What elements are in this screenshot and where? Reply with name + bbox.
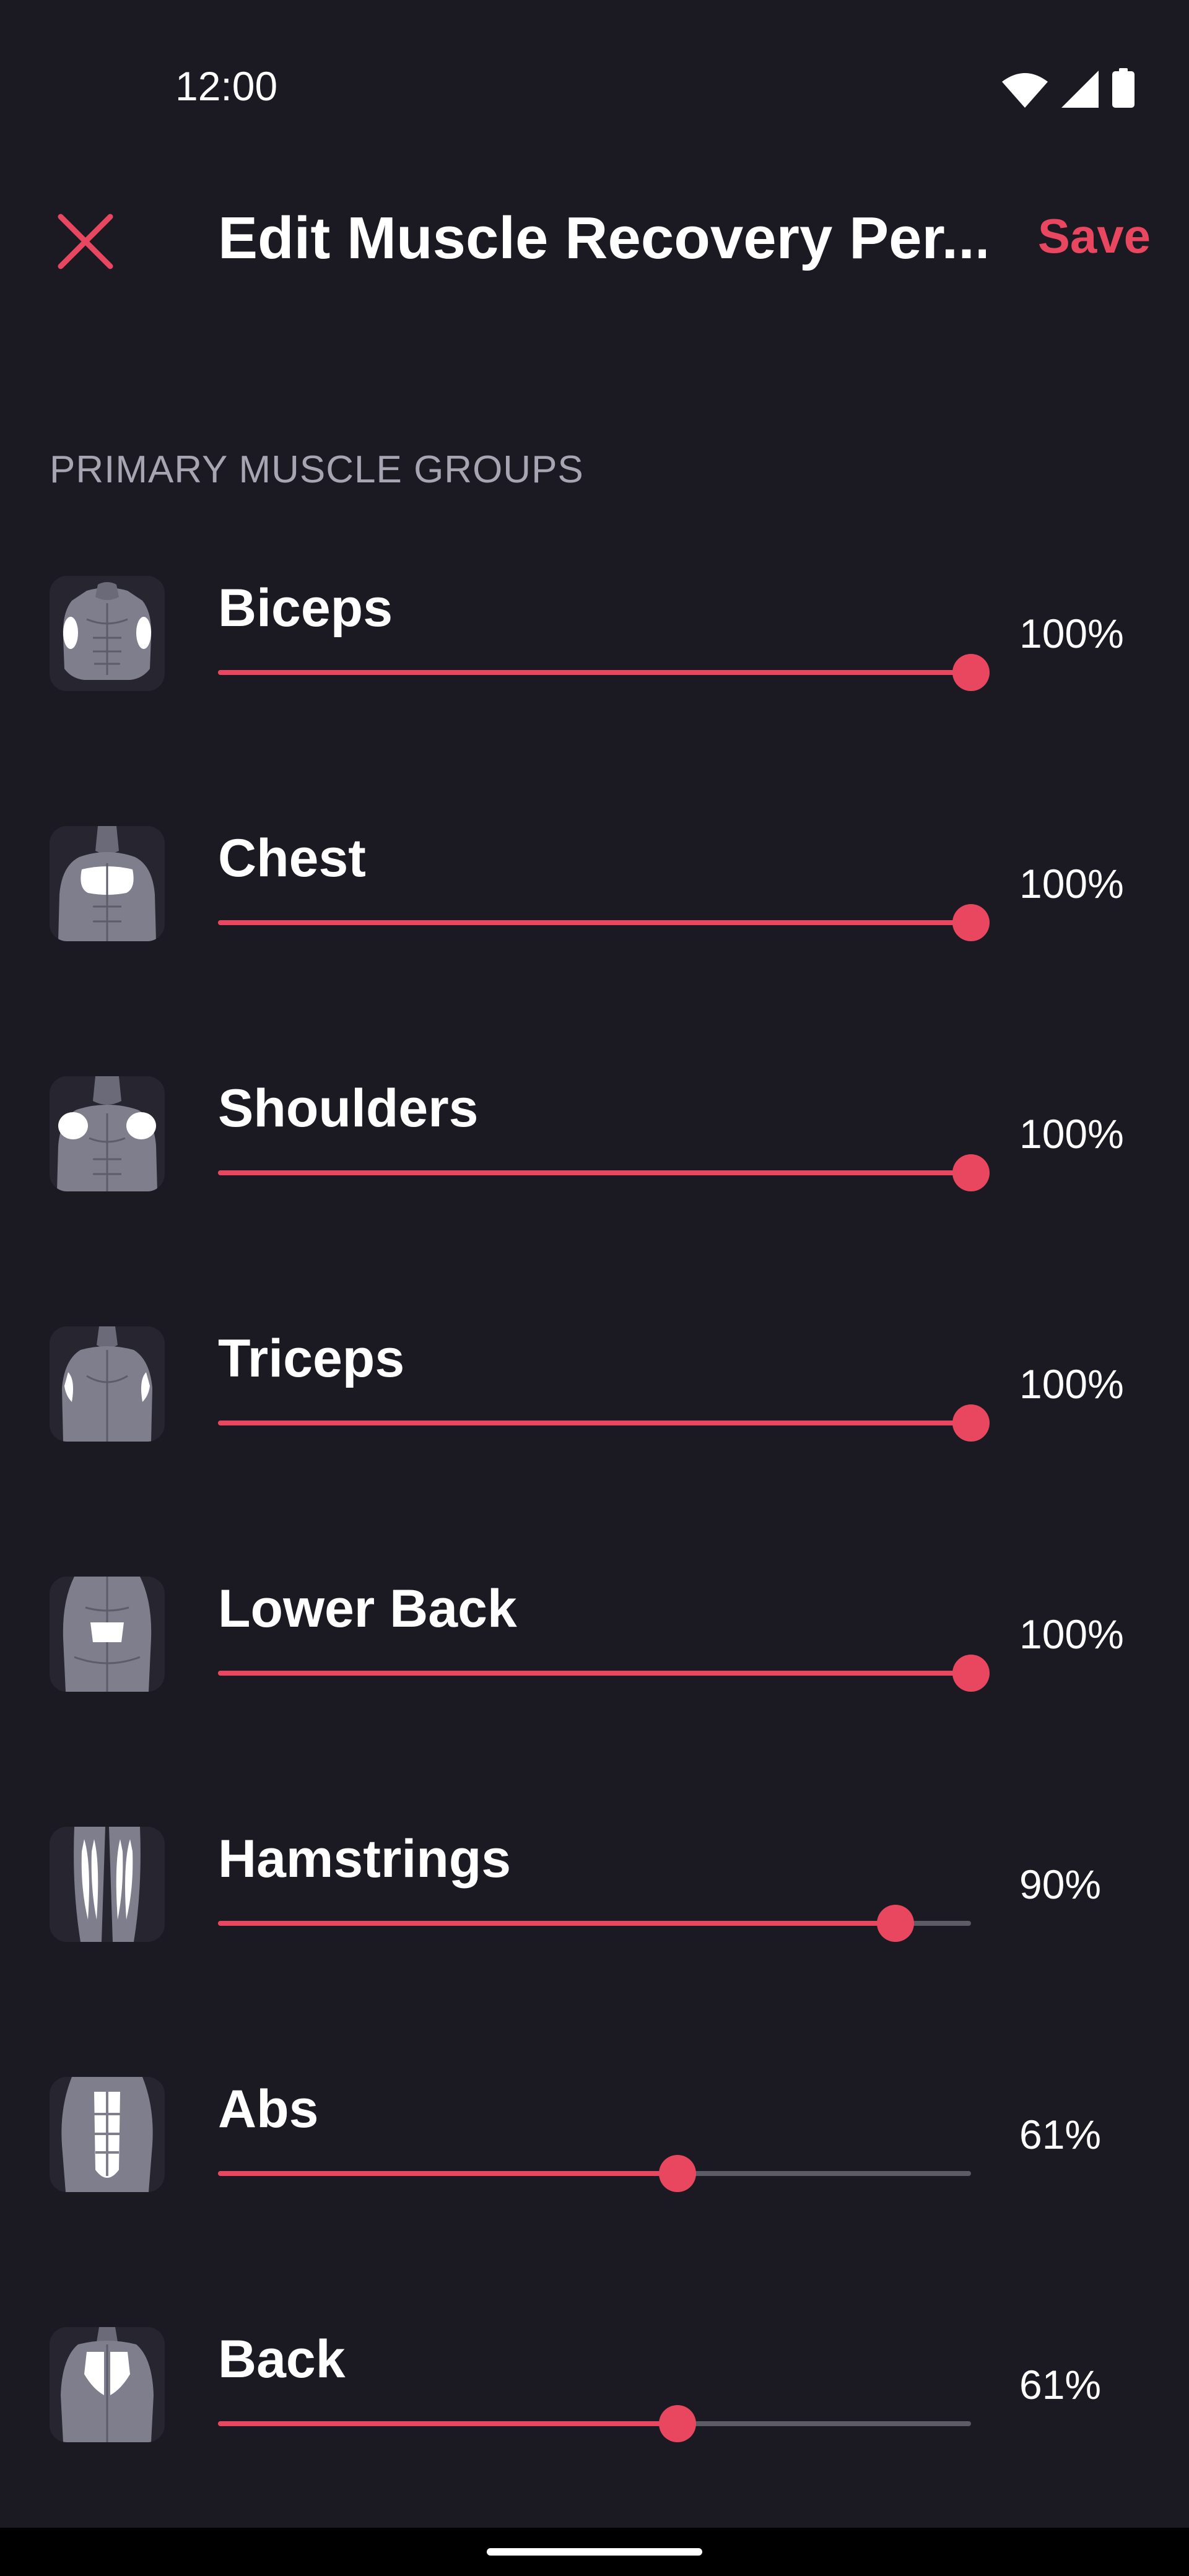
recovery-slider[interactable] [218,1404,990,1442]
status-bar: 12:00 [0,0,1189,186]
hamstrings-muscle-icon [50,1827,165,1942]
slider-thumb[interactable] [952,654,990,691]
slider-active-track [218,1421,971,1425]
recovery-slider[interactable] [218,2155,971,2192]
abs-muscle-icon [50,2077,165,2192]
muscle-name: Biceps [218,578,393,638]
wifi-icon [1002,73,1048,108]
biceps-muscle-icon [50,576,165,691]
lower-back-muscle-icon [50,1577,165,1692]
muscle-name: Lower Back [218,1579,517,1638]
slider-thumb[interactable] [952,904,990,941]
cellular-signal-icon [1061,71,1099,108]
triceps-muscle-icon [50,1326,165,1442]
muscle-row-biceps: Biceps 100% [0,539,1189,789]
recovery-percent: 100% [1019,1361,1124,1407]
slider-active-track [218,670,971,675]
recovery-slider[interactable] [218,2405,971,2442]
recovery-percent: 61% [1019,2112,1102,2157]
status-icons [1002,68,1135,108]
slider-thumb[interactable] [658,2155,696,2192]
muscle-row-abs: Abs 61% [0,2040,1189,2290]
save-button[interactable]: Save [1038,207,1151,266]
muscle-name: Hamstrings [218,1829,512,1889]
muscle-name: Triceps [218,1329,405,1388]
recovery-slider[interactable] [218,1655,990,1692]
back-muscle-icon [50,2327,165,2442]
shoulders-muscle-icon [50,1076,165,1191]
muscle-name: Abs [218,2079,319,2139]
muscle-row-lower-back: Lower Back 100% [0,1539,1189,1790]
home-indicator[interactable] [487,2548,702,2556]
recovery-slider[interactable] [218,654,990,691]
recovery-percent: 100% [1019,1611,1124,1657]
slider-active-track [218,1671,971,1676]
close-icon [58,214,113,269]
recovery-percent: 100% [1019,1111,1124,1157]
close-button[interactable] [48,204,123,279]
muscle-row-chest: Chest 100% [0,789,1189,1039]
chest-muscle-icon [50,826,165,941]
recovery-slider[interactable] [218,1905,971,1942]
section-header: PRIMARY MUSCLE GROUPS [50,448,584,491]
muscle-row-shoulders: Shoulders 100% [0,1039,1189,1289]
muscle-name: Chest [218,829,366,888]
page-title: Edit Muscle Recovery Per... [218,205,986,271]
slider-thumb[interactable] [658,2405,696,2442]
recovery-percent: 90% [1019,1861,1102,1907]
muscle-name: Back [218,2330,346,2389]
slider-active-track [218,2171,677,2176]
slider-active-track [218,1170,971,1175]
muscle-list: Biceps 100% Chest 100% Shoulders 100% Tr… [0,539,1189,2540]
slider-thumb[interactable] [952,1404,990,1442]
slider-active-track [218,1921,896,1926]
recovery-percent: 100% [1019,861,1124,907]
muscle-row-back: Back 61% [0,2290,1189,2540]
app-bar: Edit Muscle Recovery Per... Save [0,186,1189,285]
slider-thumb[interactable] [952,1154,990,1191]
status-time: 12:00 [175,63,278,109]
slider-thumb[interactable] [877,1905,915,1942]
recovery-percent: 61% [1019,2362,1102,2408]
slider-active-track [218,920,971,925]
battery-icon [1112,68,1135,108]
navigation-bar [0,2528,1189,2576]
slider-thumb[interactable] [952,1655,990,1692]
recovery-percent: 100% [1019,611,1124,656]
muscle-name: Shoulders [218,1079,479,1138]
recovery-slider[interactable] [218,1154,990,1191]
muscle-row-hamstrings: Hamstrings 90% [0,1790,1189,2040]
slider-active-track [218,2421,677,2426]
muscle-row-triceps: Triceps 100% [0,1289,1189,1539]
recovery-slider[interactable] [218,904,990,941]
